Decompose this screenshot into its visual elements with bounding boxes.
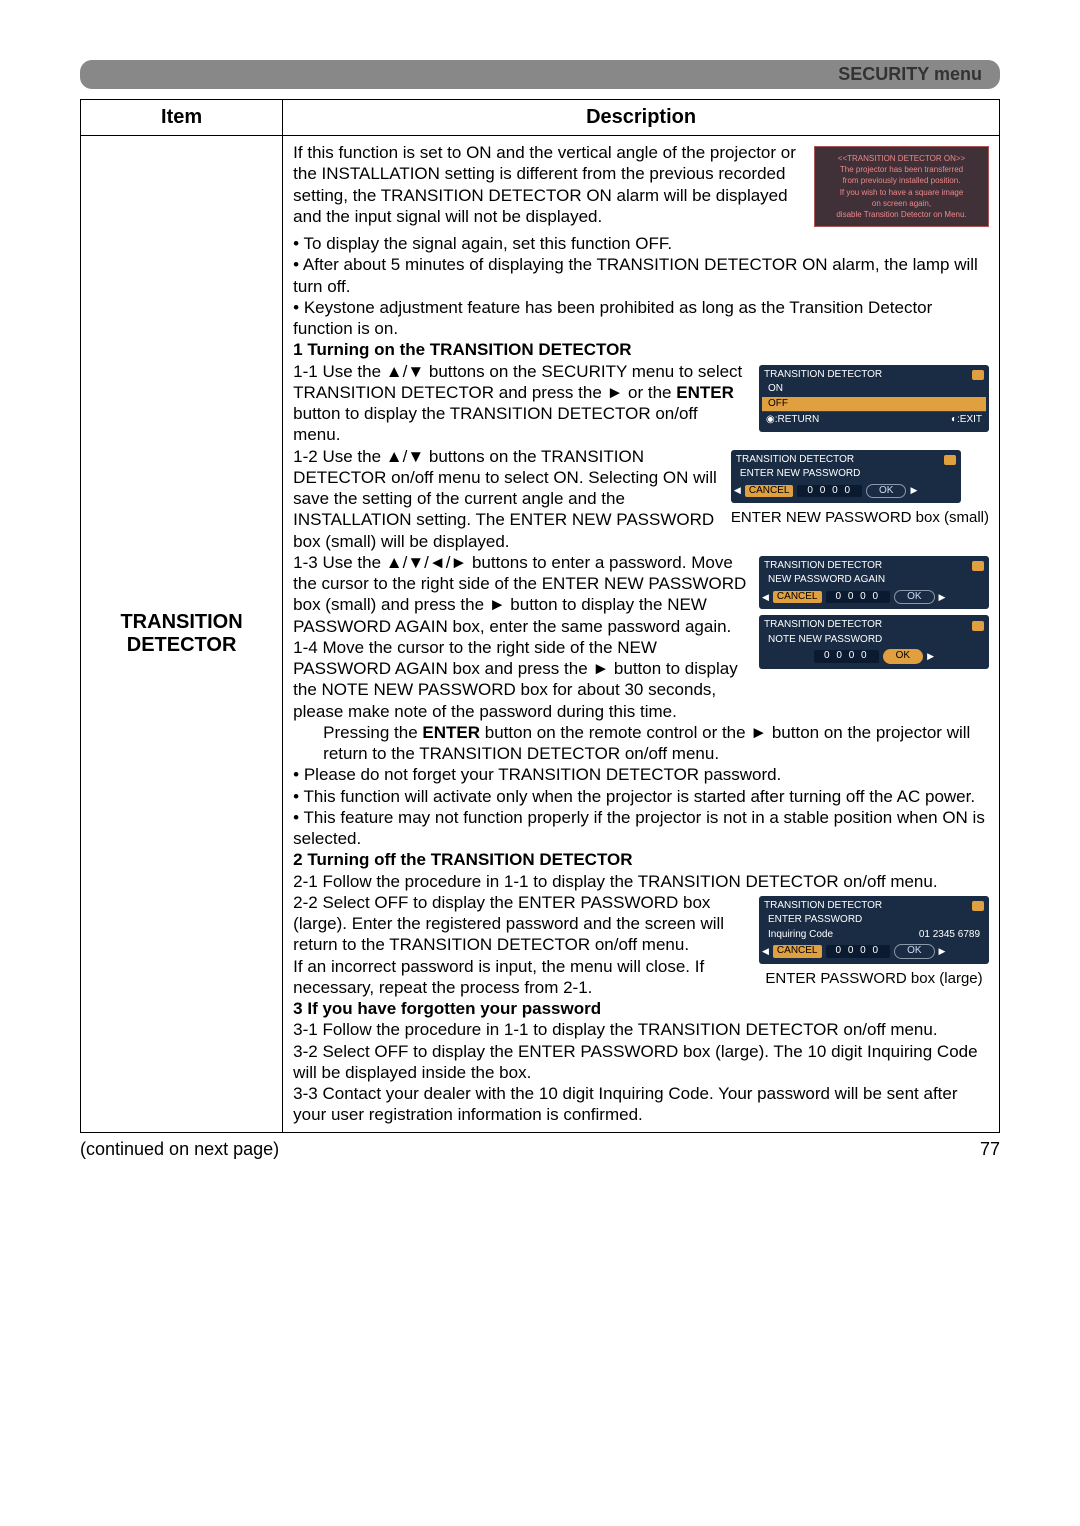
alarm-title: <<TRANSITION DETECTOR ON>> xyxy=(819,153,984,164)
step-2-1: 2-1 Follow the procedure in 1-1 to displ… xyxy=(293,871,989,892)
bullet: • After about 5 minutes of displaying th… xyxy=(293,254,989,297)
bullet: • To display the signal again, set this … xyxy=(293,233,989,254)
right-arrow-icon: ▶ xyxy=(939,592,946,603)
right-arrow-icon: ▶ xyxy=(939,946,946,957)
osd-option-on: ON xyxy=(762,382,986,397)
osd-enter-new-pw: TRANSITION DETECTOR ENTER NEW PASSWORD ◀… xyxy=(731,450,989,528)
osd-cancel: CANCEL xyxy=(773,591,822,604)
osd-caption: ENTER PASSWORD box (large) xyxy=(759,970,989,989)
item-name: TRANSITION DETECTOR xyxy=(81,136,283,1133)
alarm-line: disable Transition Detector on Menu. xyxy=(819,209,984,220)
left-arrow-icon: ◀ xyxy=(734,485,741,496)
right-arrow-icon: ▶ xyxy=(910,485,917,496)
step-1-5: Pressing the ENTER button on the remote … xyxy=(323,722,989,765)
osd-label: ENTER PASSWORD xyxy=(762,913,986,928)
page-number: 77 xyxy=(980,1139,1000,1160)
osd-label: ENTER NEW PASSWORD xyxy=(734,467,958,482)
continued-label: (continued on next page) xyxy=(80,1139,279,1160)
osd-enter-pw-large: TRANSITION DETECTOR ENTER PASSWORD Inqui… xyxy=(759,896,989,989)
alarm-line: from previously installed position. xyxy=(819,175,984,186)
step-3-2: 3-2 Select OFF to display the ENTER PASS… xyxy=(293,1041,989,1084)
right-arrow-icon: ▶ xyxy=(927,651,934,662)
step-3-1: 3-1 Follow the procedure in 1-1 to displ… xyxy=(293,1019,989,1040)
osd-pw-again-and-note: TRANSITION DETECTOR NEW PASSWORD AGAIN ◀… xyxy=(759,556,989,675)
alarm-line: If you wish to have a square image xyxy=(819,187,984,198)
section2-title: 2 Turning off the TRANSITION DETECTOR xyxy=(293,850,632,869)
inquiring-code: 01 2345 6789 xyxy=(919,929,980,942)
alarm-line: The projector has been transferred xyxy=(819,164,984,175)
header-bar: SECURITY menu xyxy=(80,60,1000,89)
osd-ok: OK xyxy=(866,484,906,499)
osd-return: ◉:RETURN xyxy=(766,414,819,427)
bullet: • Please do not forget your TRANSITION D… xyxy=(293,764,989,785)
section1-title: 1 Turning on the TRANSITION DETECTOR xyxy=(293,340,631,359)
page-footer: (continued on next page) 77 xyxy=(80,1139,1000,1160)
osd-digits: 0 0 0 0 xyxy=(797,485,862,498)
inquiring-label: Inquiring Code xyxy=(768,929,833,942)
osd-option-off: OFF xyxy=(762,397,986,412)
close-icon xyxy=(972,901,984,911)
osd-title: TRANSITION DETECTOR xyxy=(764,619,882,632)
alarm-line: on screen again, xyxy=(819,198,984,209)
osd-label: NEW PASSWORD AGAIN xyxy=(762,573,986,588)
osd-ok: OK xyxy=(883,649,923,664)
osd-title: TRANSITION DETECTOR xyxy=(736,454,854,467)
osd-cancel: CANCEL xyxy=(773,945,822,958)
osd-cancel: CANCEL xyxy=(745,485,794,498)
osd-digits: 0 0 0 0 xyxy=(814,650,879,663)
main-table: Item Description TRANSITION DETECTOR <<T… xyxy=(80,99,1000,1133)
osd-title: TRANSITION DETECTOR xyxy=(764,900,882,913)
header-title: SECURITY menu xyxy=(838,64,982,84)
col-item: Item xyxy=(81,100,283,136)
osd-onoff-screenshot: TRANSITION DETECTOR ON OFF ◉:RETURN ◐:EX… xyxy=(759,365,989,438)
osd-title: TRANSITION DETECTOR xyxy=(764,369,882,382)
section3-title: 3 If you have forgotten your password xyxy=(293,999,601,1018)
left-arrow-icon: ◀ xyxy=(762,946,769,957)
osd-ok: OK xyxy=(894,944,934,959)
osd-label: NOTE NEW PASSWORD xyxy=(762,633,986,648)
bullet: • Keystone adjustment feature has been p… xyxy=(293,297,989,340)
alarm-screenshot: <<TRANSITION DETECTOR ON>> The projector… xyxy=(814,146,989,227)
close-icon xyxy=(944,455,956,465)
description-cell: <<TRANSITION DETECTOR ON>> The projector… xyxy=(283,136,1000,1133)
osd-digits: 0 0 0 0 xyxy=(826,945,891,958)
col-desc: Description xyxy=(283,100,1000,136)
close-icon xyxy=(972,561,984,571)
osd-title: TRANSITION DETECTOR xyxy=(764,560,882,573)
left-arrow-icon: ◀ xyxy=(762,592,769,603)
step-3-3: 3-3 Contact your dealer with the 10 digi… xyxy=(293,1083,989,1126)
osd-exit: ◐:EXIT xyxy=(951,414,982,427)
osd-caption: ENTER NEW PASSWORD box (small) xyxy=(731,509,989,528)
back-icon xyxy=(972,621,984,631)
osd-ok: OK xyxy=(894,590,934,605)
close-icon xyxy=(972,370,984,380)
osd-digits: 0 0 0 0 xyxy=(826,591,891,604)
bullet: • This feature may not function properly… xyxy=(293,807,989,850)
bullet: • This function will activate only when … xyxy=(293,786,989,807)
